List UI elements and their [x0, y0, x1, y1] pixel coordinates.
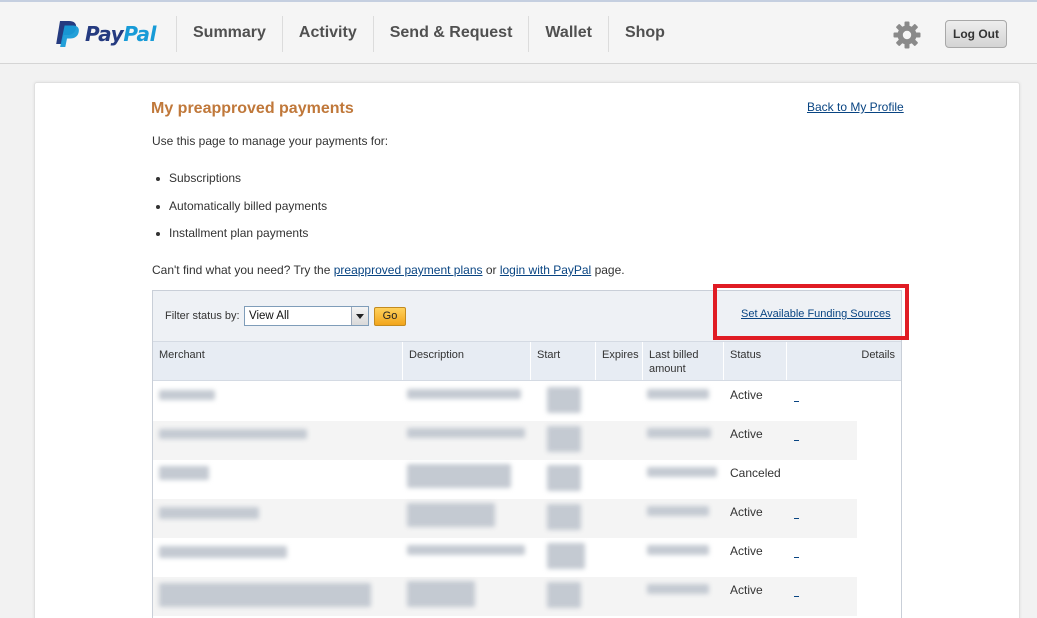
- intro-text: Use this page to manage your payments fo…: [152, 134, 389, 148]
- table-row[interactable]: Active: [153, 499, 857, 538]
- bullet-icon: [156, 177, 160, 181]
- redacted-description: [407, 503, 495, 527]
- redacted-description: [407, 389, 521, 399]
- redacted-amount: [647, 545, 709, 555]
- main-nav: Summary Activity Send & Request Wallet S…: [177, 16, 681, 52]
- table-header: Merchant Description Start Expires Last …: [153, 341, 901, 381]
- redacted-start: [547, 465, 581, 491]
- chevron-down-icon[interactable]: [351, 307, 368, 325]
- logo-text-pal: Pal: [123, 22, 157, 46]
- redacted-description: [407, 545, 525, 555]
- redacted-start: [547, 543, 585, 569]
- paypal-p-icon: [56, 21, 79, 47]
- help-text: Can't find what you need? Try the preapp…: [152, 263, 625, 277]
- redacted-merchant: [159, 466, 209, 480]
- paypal-wordmark: PayPal: [85, 22, 157, 46]
- table-row[interactable]: Active: [153, 382, 857, 421]
- column-header-start: Start: [531, 342, 596, 380]
- logo-text-pay: Pay: [85, 22, 124, 46]
- details-link[interactable]: [794, 505, 799, 519]
- details-link[interactable]: [794, 544, 799, 558]
- status-badge: Active: [730, 583, 763, 597]
- table-row[interactable]: Canceled: [153, 460, 857, 499]
- filter-label: Filter status by:: [165, 310, 240, 322]
- redacted-merchant: [159, 583, 371, 607]
- column-header-last-billed: Last billed amount: [643, 342, 724, 380]
- status-badge: Canceled: [730, 466, 781, 480]
- list-item: Subscriptions: [156, 171, 327, 199]
- help-text-suffix: page.: [591, 263, 625, 277]
- redacted-merchant: [159, 507, 259, 519]
- list-item-label: Installment plan payments: [169, 226, 309, 240]
- logout-button[interactable]: Log Out: [945, 20, 1007, 48]
- redacted-start: [547, 426, 581, 452]
- details-link[interactable]: [794, 583, 799, 597]
- help-text-prefix: Can't find what you need? Try the: [152, 263, 334, 277]
- header: PayPal Summary Activity Send & Request W…: [0, 2, 1037, 64]
- column-header-expires: Expires: [596, 342, 643, 380]
- redacted-merchant: [159, 429, 307, 439]
- payment-types-list: Subscriptions Automatically billed payme…: [156, 171, 327, 254]
- nav-activity[interactable]: Activity: [283, 16, 374, 52]
- column-header-details: Details: [861, 349, 895, 361]
- details-link[interactable]: [794, 388, 799, 402]
- go-button[interactable]: Go: [374, 307, 406, 326]
- details-link[interactable]: [794, 427, 799, 441]
- redacted-start: [547, 582, 581, 608]
- status-badge: Active: [730, 388, 763, 402]
- gear-icon[interactable]: [893, 21, 921, 49]
- redacted-amount: [647, 467, 717, 477]
- funding-sources-highlight-box: [713, 284, 909, 340]
- redacted-description: [407, 581, 475, 607]
- table-row[interactable]: Active: [153, 421, 857, 460]
- status-filter-select[interactable]: View All: [244, 306, 369, 326]
- redacted-amount: [647, 428, 711, 438]
- redacted-merchant: [159, 546, 287, 558]
- back-to-profile-link[interactable]: Back to My Profile: [807, 100, 904, 114]
- column-header-merchant: Merchant: [153, 342, 403, 380]
- list-item-label: Subscriptions: [169, 171, 242, 185]
- paypal-logo[interactable]: PayPal: [56, 18, 157, 50]
- column-header-description: Description: [403, 342, 531, 380]
- redacted-amount: [647, 389, 709, 399]
- login-with-paypal-link[interactable]: login with PayPal: [500, 263, 591, 277]
- column-header-status: Status: [724, 342, 787, 380]
- redacted-amount: [647, 506, 709, 516]
- redacted-amount: [647, 584, 709, 594]
- redacted-start: [547, 504, 581, 530]
- redacted-description: [407, 464, 511, 488]
- preapproved-plans-link[interactable]: preapproved payment plans: [334, 263, 483, 277]
- nav-wallet[interactable]: Wallet: [529, 16, 609, 52]
- status-badge: Active: [730, 505, 763, 519]
- bullet-icon: [156, 204, 160, 209]
- status-filter-value: View All: [249, 310, 290, 322]
- help-text-or: or: [482, 263, 500, 277]
- nav-send-request[interactable]: Send & Request: [374, 16, 530, 52]
- page-title: My preapproved payments: [151, 100, 354, 117]
- status-badge: Active: [730, 544, 763, 558]
- redacted-start: [547, 387, 581, 413]
- redacted-description: [407, 428, 525, 438]
- nav-summary[interactable]: Summary: [177, 16, 283, 52]
- table-row[interactable]: Active: [153, 577, 857, 616]
- status-badge: Active: [730, 427, 763, 441]
- table-row[interactable]: Active: [153, 538, 857, 577]
- list-item-label: Automatically billed payments: [169, 198, 328, 213]
- nav-shop[interactable]: Shop: [609, 16, 681, 52]
- list-item: Automatically billed payments: [156, 199, 327, 227]
- bullet-icon: [156, 232, 160, 236]
- redacted-merchant: [159, 390, 215, 400]
- list-item: Installment plan payments: [156, 226, 327, 254]
